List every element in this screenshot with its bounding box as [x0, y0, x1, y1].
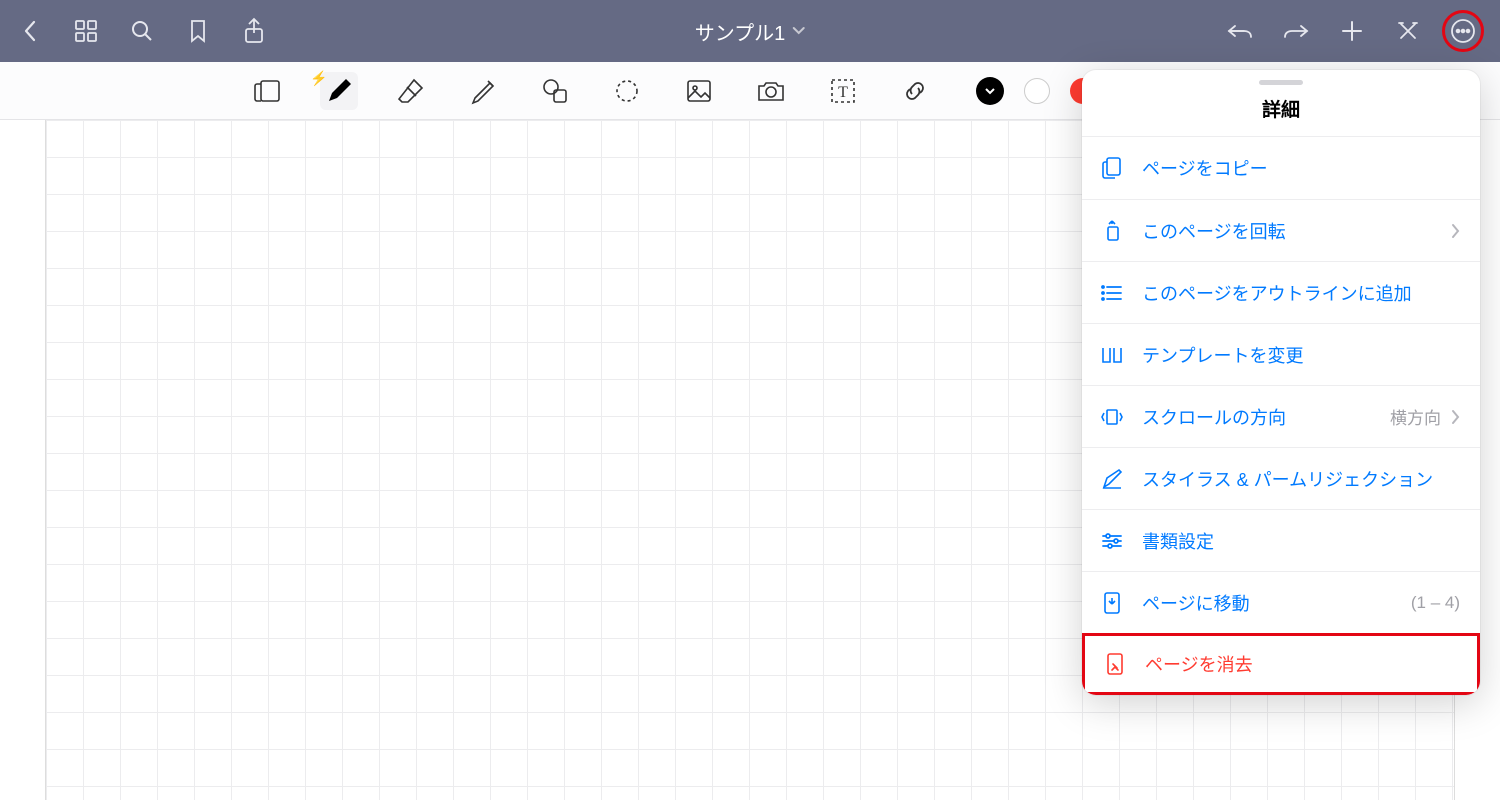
top-navigation-bar: サンプル1	[0, 0, 1500, 62]
goto-page-icon	[1100, 591, 1124, 615]
camera-tool[interactable]	[752, 72, 790, 110]
clear-page-icon	[1103, 652, 1127, 676]
copy-page-icon	[1100, 156, 1124, 180]
document-title-button[interactable]: サンプル1	[695, 17, 806, 46]
color-swatch-group	[976, 77, 1096, 105]
menu-change-template-label: テンプレートを変更	[1142, 342, 1460, 368]
swatch-white[interactable]	[1024, 78, 1050, 104]
search-button[interactable]	[128, 17, 156, 45]
swatch-expand-button[interactable]	[976, 77, 1004, 105]
menu-clear-page-label: ページを消去	[1145, 651, 1457, 677]
menu-document-settings-label: 書類設定	[1142, 528, 1460, 554]
menu-add-outline-label: このページをアウトラインに追加	[1142, 280, 1460, 306]
undo-button[interactable]	[1226, 17, 1254, 45]
outline-icon	[1100, 284, 1124, 302]
settings-sliders-icon	[1100, 532, 1124, 550]
menu-scroll-direction-label: スクロールの方向	[1142, 404, 1372, 430]
template-icon	[1100, 345, 1124, 365]
menu-goto-page[interactable]: ページに移動 (1 – 4)	[1082, 571, 1480, 633]
highlighter-tool[interactable]	[464, 72, 502, 110]
goto-page-range: (1 – 4)	[1411, 593, 1460, 613]
page-view-tool[interactable]	[248, 72, 286, 110]
image-tool[interactable]	[680, 72, 718, 110]
menu-copy-page[interactable]: ページをコピー	[1082, 137, 1480, 199]
menu-rotate-page[interactable]: このページを回転	[1082, 199, 1480, 261]
menu-document-settings[interactable]: 書類設定	[1082, 509, 1480, 571]
pen-tool[interactable]: ⚡	[320, 72, 358, 110]
chevron-down-icon	[791, 26, 805, 36]
share-button[interactable]	[240, 17, 268, 45]
menu-clear-page[interactable]: ページを消去	[1082, 633, 1480, 695]
shapes-tool[interactable]	[536, 72, 574, 110]
bookmark-button[interactable]	[184, 17, 212, 45]
redo-button[interactable]	[1282, 17, 1310, 45]
popover-grabber[interactable]	[1259, 80, 1303, 85]
menu-scroll-direction[interactable]: スクロールの方向 横方向	[1082, 385, 1480, 447]
chevron-right-icon	[1451, 223, 1460, 239]
more-button-highlight	[1442, 10, 1484, 52]
more-button[interactable]	[1449, 17, 1477, 45]
add-page-button[interactable]	[1338, 17, 1366, 45]
svg-text:T: T	[838, 84, 848, 101]
menu-stylus-palm[interactable]: スタイラス & パームリジェクション	[1082, 447, 1480, 509]
rotate-icon	[1100, 220, 1124, 242]
lasso-tool[interactable]	[608, 72, 646, 110]
bluetooth-icon: ⚡	[310, 70, 327, 87]
menu-add-outline[interactable]: このページをアウトラインに追加	[1082, 261, 1480, 323]
popover-title: 詳細	[1082, 91, 1480, 136]
menu-change-template[interactable]: テンプレートを変更	[1082, 323, 1480, 385]
document-title: サンプル1	[695, 17, 786, 46]
menu-rotate-page-label: このページを回転	[1142, 218, 1433, 244]
menu-stylus-palm-label: スタイラス & パームリジェクション	[1142, 466, 1460, 492]
thumbnails-button[interactable]	[72, 17, 100, 45]
back-button[interactable]	[16, 17, 44, 45]
chevron-right-icon	[1451, 409, 1460, 425]
link-tool[interactable]	[896, 72, 934, 110]
details-popover: 詳細 ページをコピー このページを回転 このページをアウトラインに追加	[1082, 70, 1480, 695]
scroll-direction-value: 横方向	[1390, 404, 1441, 429]
text-tool[interactable]: T	[824, 72, 862, 110]
close-edit-button[interactable]	[1394, 17, 1422, 45]
scroll-icon	[1100, 406, 1124, 428]
menu-goto-page-label: ページに移動	[1142, 590, 1393, 616]
stylus-icon	[1100, 468, 1124, 490]
menu-copy-page-label: ページをコピー	[1142, 155, 1460, 181]
eraser-tool[interactable]	[392, 72, 430, 110]
